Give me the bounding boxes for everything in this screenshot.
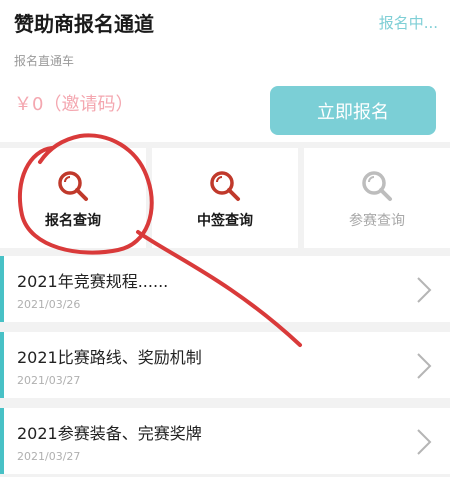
chevron-right-icon xyxy=(417,277,432,303)
menu-item-registration-query[interactable]: 报名查询 xyxy=(0,148,146,248)
accent-bar xyxy=(0,408,4,474)
page: 赞助商报名通道 报名中... 报名直通车 ￥0（邀请码） 立即报名 报名查询 中… xyxy=(0,0,450,477)
list-item[interactable]: 2021年竞赛规程...... 2021/03/26 xyxy=(0,256,450,322)
search-icon xyxy=(362,171,392,201)
subtitle: 报名直通车 xyxy=(14,54,75,68)
list-item-date: 2021/03/26 xyxy=(17,298,81,311)
menu-item-label: 报名查询 xyxy=(45,213,101,229)
list-item[interactable]: 2021比赛路线、奖励机制 2021/03/27 xyxy=(0,332,450,398)
chevron-right-icon xyxy=(417,429,432,455)
article-list: 2021年竞赛规程...... 2021/03/26 2021比赛路线、奖励机制… xyxy=(0,256,450,477)
list-item-title: 2021年竞赛规程...... xyxy=(17,272,169,291)
list-item-title: 2021参赛装备、完赛奖牌 xyxy=(17,424,202,443)
register-button[interactable]: 立即报名 xyxy=(270,86,436,135)
search-icon xyxy=(210,171,240,201)
search-icon xyxy=(58,171,88,201)
query-menu: 报名查询 中签查询 参赛查询 xyxy=(0,148,450,248)
list-item[interactable]: 2021参赛装备、完赛奖牌 2021/03/27 xyxy=(0,408,450,474)
accent-bar xyxy=(0,332,4,398)
list-item-date: 2021/03/27 xyxy=(17,450,81,463)
chevron-right-icon xyxy=(417,353,432,379)
menu-item-participation-query[interactable]: 参赛查询 xyxy=(304,148,450,248)
menu-item-lottery-query[interactable]: 中签查询 xyxy=(152,148,298,248)
header: 赞助商报名通道 报名中... 报名直通车 ￥0（邀请码） 立即报名 xyxy=(0,0,450,142)
status-text: 报名中... xyxy=(378,14,438,32)
accent-bar xyxy=(0,256,4,322)
menu-item-label: 中签查询 xyxy=(197,213,253,229)
list-item-title: 2021比赛路线、奖励机制 xyxy=(17,348,202,367)
list-item-date: 2021/03/27 xyxy=(17,374,81,387)
page-title: 赞助商报名通道 xyxy=(14,12,154,36)
price-label: ￥0（邀请码） xyxy=(14,94,134,115)
menu-item-label: 参赛查询 xyxy=(349,213,405,229)
